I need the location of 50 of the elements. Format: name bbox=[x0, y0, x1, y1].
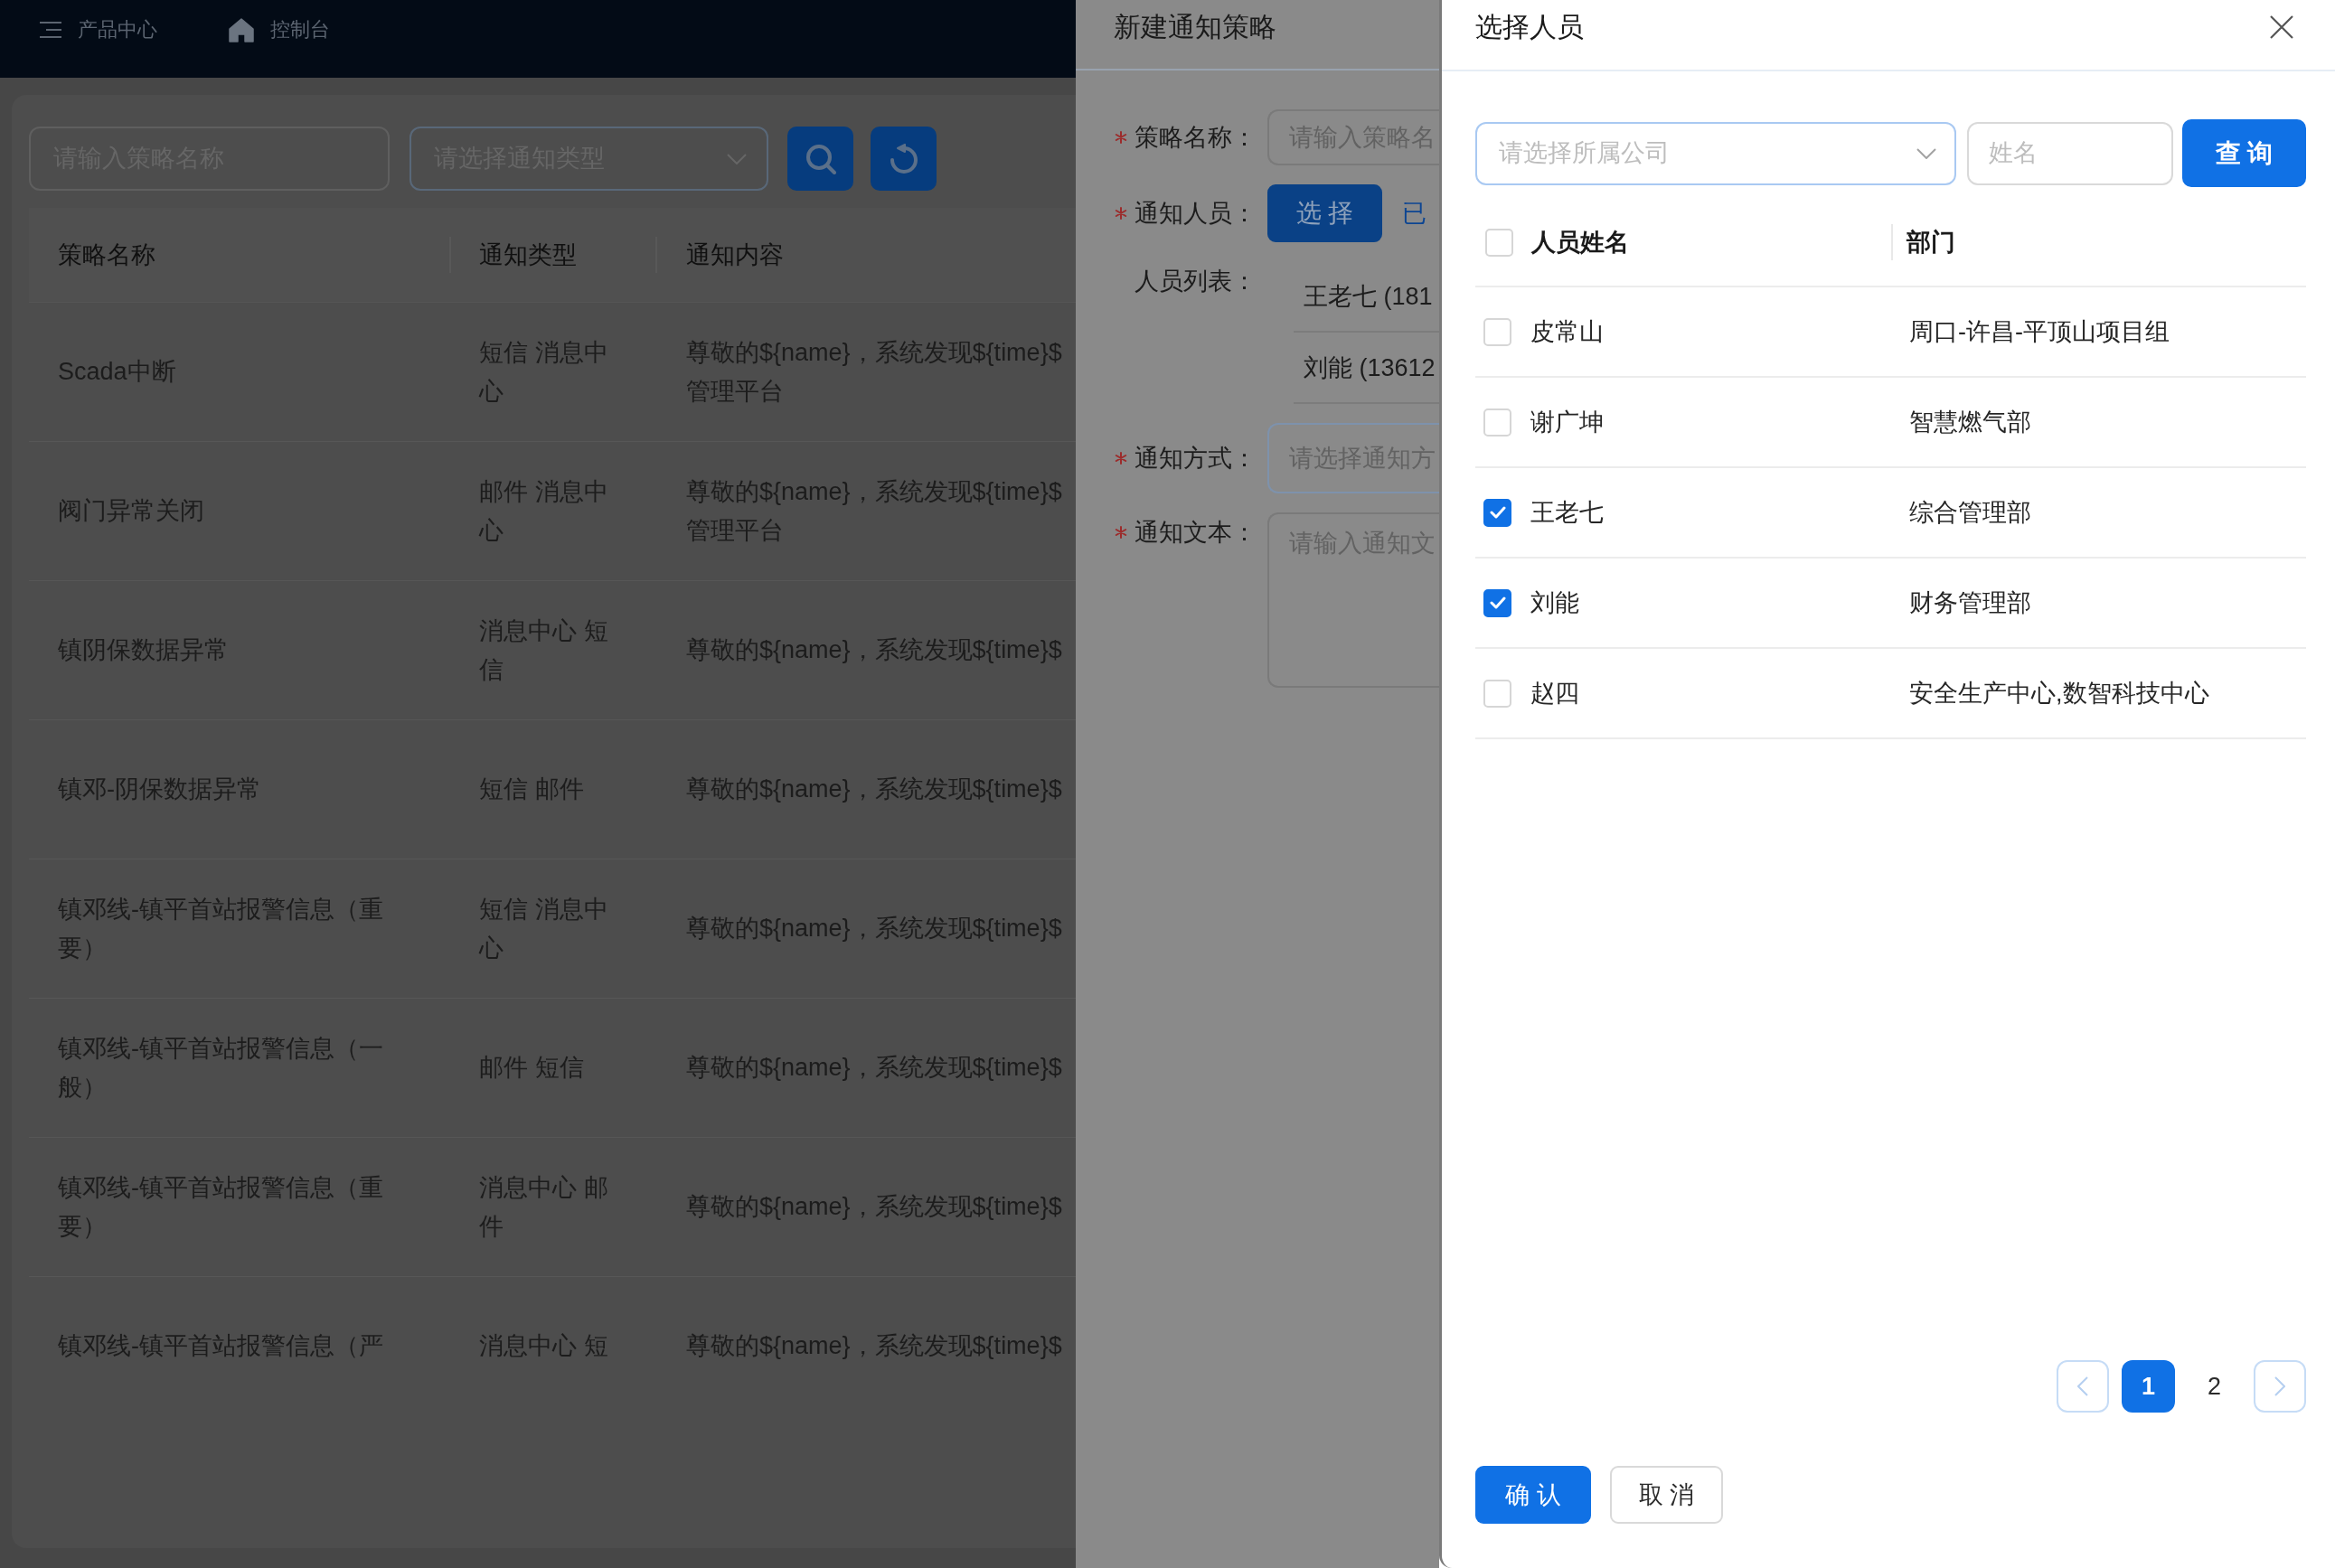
next-page-button[interactable] bbox=[2254, 1360, 2306, 1413]
field-label: 通知方式： bbox=[1135, 444, 1257, 474]
search-icon bbox=[805, 143, 836, 174]
close-icon[interactable] bbox=[2270, 15, 2293, 39]
person-name-cell-text: 谢广坤 bbox=[1530, 408, 1604, 437]
search-button[interactable] bbox=[787, 127, 853, 191]
panel-title: 选择人员 bbox=[1475, 11, 1584, 43]
column-header: 通知类型 bbox=[479, 241, 577, 268]
query-button[interactable]: 查 询 bbox=[2182, 119, 2306, 187]
chevron-down-icon bbox=[727, 153, 747, 164]
department-cell-text: 财务管理部 bbox=[1909, 588, 2031, 618]
refresh-icon bbox=[888, 143, 919, 174]
chevron-down-icon bbox=[1916, 147, 1936, 159]
prev-page-button[interactable] bbox=[2057, 1360, 2109, 1413]
field-label: 通知文本： bbox=[1135, 518, 1257, 548]
column-header: 通知内容 bbox=[686, 241, 784, 268]
selected-person: 刘能 (13612 bbox=[1304, 352, 1436, 383]
select-button[interactable]: 选 择 bbox=[1267, 184, 1382, 242]
refresh-button[interactable] bbox=[871, 127, 937, 191]
selected-person: 王老七 (181 bbox=[1304, 281, 1433, 312]
person-name-cell-text: 刘能 bbox=[1530, 588, 1579, 618]
nav-link[interactable]: 产品中心 bbox=[78, 16, 157, 43]
field-label: 策略名称： bbox=[1135, 123, 1257, 153]
home-icon[interactable] bbox=[229, 17, 254, 42]
confirm-button[interactable]: 确 认 bbox=[1475, 1466, 1591, 1524]
column-header: 人员姓名 bbox=[1531, 228, 1629, 258]
cancel-button[interactable]: 取 消 bbox=[1610, 1466, 1723, 1524]
department-cell-text: 智慧燃气部 bbox=[1909, 408, 2031, 437]
field-label: 通知人员： bbox=[1135, 199, 1257, 229]
department-cell-text: 安全生产中心,数智科技中心 bbox=[1909, 679, 2209, 709]
checkbox[interactable] bbox=[1483, 498, 1511, 527]
department-cell-text: 周口-许昌-平顶山项目组 bbox=[1909, 317, 2170, 347]
page-button[interactable]: 1 bbox=[2122, 1360, 2175, 1413]
person-name-cell-text: 赵四 bbox=[1530, 679, 1579, 709]
selected-link[interactable]: 已 bbox=[1402, 195, 1426, 231]
column-header: 策略名称 bbox=[58, 241, 155, 268]
checkmark-icon bbox=[1489, 596, 1506, 609]
menu-icon[interactable] bbox=[40, 22, 61, 38]
name-input[interactable]: 姓名 bbox=[1967, 121, 2173, 185]
person-name-cell-text: 王老七 bbox=[1530, 498, 1604, 528]
column-header: 部门 bbox=[1907, 228, 1955, 258]
drawer-title: 新建通知策略 bbox=[1114, 12, 1276, 42]
chevron-left-icon bbox=[2077, 1376, 2088, 1396]
person-name-cell-text: 皮常山 bbox=[1530, 317, 1604, 347]
breadcrumb-link[interactable]: 控制台 bbox=[270, 16, 330, 43]
department-cell-text: 综合管理部 bbox=[1909, 498, 2031, 528]
checkbox[interactable] bbox=[1483, 588, 1511, 617]
field-label: 人员列表： bbox=[1135, 267, 1257, 296]
chevron-right-icon bbox=[2274, 1376, 2285, 1396]
checkmark-icon bbox=[1489, 506, 1506, 519]
